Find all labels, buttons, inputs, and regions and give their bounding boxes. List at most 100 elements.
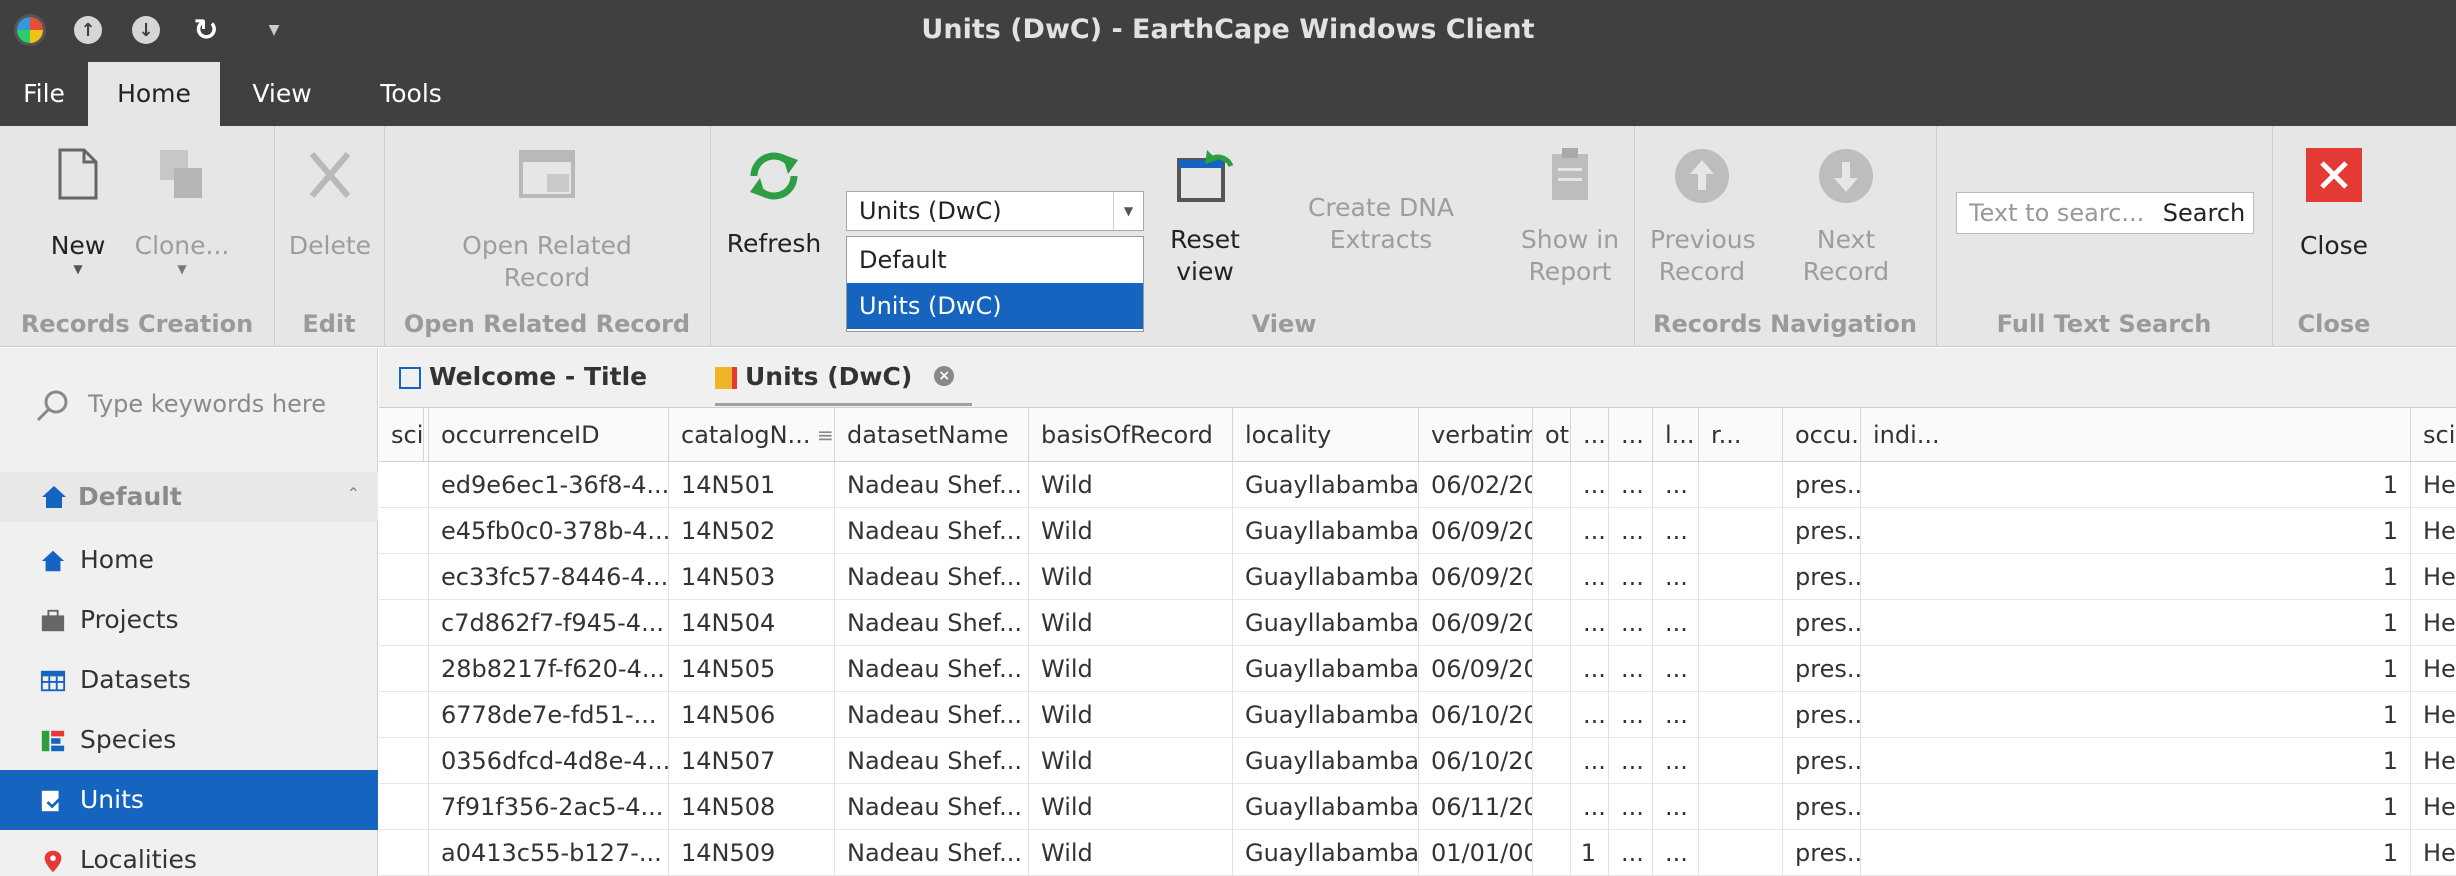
table-row[interactable]: 28b8217f-f620-4... 14N505 Nadeau Shef... Wi…: [379, 646, 2456, 692]
table-cell[interactable]: [1533, 554, 1571, 600]
table-cell[interactable]: pres...: [1783, 554, 1861, 600]
table-cell[interactable]: 06/09/2014: [1419, 554, 1533, 600]
table-cell[interactable]: ...: [1609, 462, 1653, 508]
table-row[interactable]: 0356dfcd-4d8e-4... 14N507 Nadeau Shef... Wi…: [379, 738, 2456, 784]
table-cell[interactable]: Wild: [1029, 462, 1233, 508]
table-cell[interactable]: 6778de7e-fd51-...: [429, 692, 669, 738]
table-cell[interactable]: 06/10/2014: [1419, 738, 1533, 784]
column-header[interactable]: datasetName: [835, 408, 1029, 462]
table-cell[interactable]: 7f91f356-2ac5-4...: [429, 784, 669, 830]
table-cell[interactable]: 1: [1861, 830, 2411, 876]
table-cell[interactable]: ...: [1609, 646, 1653, 692]
table-cell[interactable]: [1699, 738, 1783, 784]
table-cell[interactable]: Wild: [1029, 830, 1233, 876]
next-record-button[interactable]: Next Record: [1774, 146, 1918, 296]
sidebar-item-datasets[interactable]: Datasets: [0, 650, 378, 710]
chevron-down-icon[interactable]: ▼: [1113, 192, 1143, 230]
table-cell[interactable]: pres...: [1783, 646, 1861, 692]
row-indicator[interactable]: [379, 830, 429, 876]
table-cell[interactable]: pres...: [1783, 738, 1861, 784]
refresh-button[interactable]: Refresh: [722, 146, 826, 296]
table-cell[interactable]: Guayllabamba: [1233, 462, 1419, 508]
table-cell[interactable]: [1699, 508, 1783, 554]
table-cell[interactable]: ...: [1653, 646, 1699, 692]
tab-home[interactable]: Home: [88, 62, 220, 126]
table-cell[interactable]: c7d862f7-f945-4...: [429, 600, 669, 646]
table-cell[interactable]: Nadeau Shef...: [835, 784, 1029, 830]
table-cell[interactable]: ec33fc57-8446-4...: [429, 554, 669, 600]
sidebar-item-home[interactable]: Home: [0, 530, 378, 590]
table-cell[interactable]: ...: [1571, 462, 1609, 508]
table-cell[interactable]: Heliconius melpo...: [2411, 738, 2456, 784]
table-cell[interactable]: Wild: [1029, 508, 1233, 554]
table-cell[interactable]: [1533, 646, 1571, 692]
table-cell[interactable]: ...: [1571, 738, 1609, 784]
table-cell[interactable]: 14N505: [669, 646, 835, 692]
table-cell[interactable]: 06/10/2014: [1419, 692, 1533, 738]
table-cell[interactable]: ...: [1609, 830, 1653, 876]
row-indicator[interactable]: [379, 600, 429, 646]
column-header[interactable]: occu...: [1783, 408, 1861, 462]
table-cell[interactable]: pres...: [1783, 600, 1861, 646]
clone-button[interactable]: Clone... ▼: [130, 146, 234, 296]
chevron-up-icon[interactable]: ⌃: [347, 484, 360, 503]
column-header[interactable]: ...: [1609, 408, 1653, 462]
table-cell[interactable]: pres...: [1783, 784, 1861, 830]
table-cell[interactable]: [1533, 508, 1571, 554]
show-in-report-button[interactable]: Show in Report: [1512, 146, 1628, 296]
table-cell[interactable]: Wild: [1029, 692, 1233, 738]
table-cell[interactable]: 06/09/2014: [1419, 646, 1533, 692]
table-cell[interactable]: Nadeau Shef...: [835, 738, 1029, 784]
table-row[interactable]: a0413c55-b127-... 14N509 Nadeau Shef... Wil…: [379, 830, 2456, 876]
table-cell[interactable]: 06/09/2014: [1419, 508, 1533, 554]
table-cell[interactable]: a0413c55-b127-...: [429, 830, 669, 876]
table-cell[interactable]: [1699, 692, 1783, 738]
table-cell[interactable]: [1699, 600, 1783, 646]
table-cell[interactable]: ...: [1653, 554, 1699, 600]
sidebar-item-projects[interactable]: Projects: [0, 590, 378, 650]
table-cell[interactable]: 1: [1861, 462, 2411, 508]
table-cell[interactable]: Heliconius melpo...: [2411, 462, 2456, 508]
row-indicator[interactable]: [379, 462, 429, 508]
table-row[interactable]: 7f91f356-2ac5-4... 14N508 Nadeau Shef... Wi…: [379, 784, 2456, 830]
table-cell[interactable]: Nadeau Shef...: [835, 692, 1029, 738]
table-cell[interactable]: 1: [1571, 830, 1609, 876]
table-cell[interactable]: ed9e6ec1-36f8-4...: [429, 462, 669, 508]
sidebar-item-units[interactable]: Units: [0, 770, 378, 830]
close-tab-icon[interactable]: ×: [934, 366, 955, 386]
column-header[interactable]: occurrenceID: [429, 408, 669, 462]
column-header[interactable]: r...: [1699, 408, 1783, 462]
table-cell[interactable]: ...: [1571, 508, 1609, 554]
table-cell[interactable]: Wild: [1029, 554, 1233, 600]
table-cell[interactable]: ...: [1653, 830, 1699, 876]
table-row[interactable]: c7d862f7-f945-4... 14N504 Nadeau Shef... Wi…: [379, 600, 2456, 646]
column-header[interactable]: basisOfRecord: [1029, 408, 1233, 462]
tab-units-dwc[interactable]: Units (DwC) ×: [715, 348, 973, 406]
table-cell[interactable]: Nadeau Shef...: [835, 508, 1029, 554]
table-cell[interactable]: 1: [1861, 554, 2411, 600]
table-cell[interactable]: ...: [1609, 508, 1653, 554]
table-cell[interactable]: 1: [1861, 692, 2411, 738]
table-cell[interactable]: [1699, 784, 1783, 830]
table-cell[interactable]: ...: [1653, 784, 1699, 830]
table-cell[interactable]: 14N501: [669, 462, 835, 508]
table-cell[interactable]: e45fb0c0-378b-4...: [429, 508, 669, 554]
search-input[interactable]: [1957, 193, 2157, 233]
row-indicator[interactable]: [379, 646, 429, 692]
column-header[interactable]: sci: [379, 408, 425, 462]
table-cell[interactable]: Guayllabamba: [1233, 600, 1419, 646]
table-cell[interactable]: 0356dfcd-4d8e-4...: [429, 738, 669, 784]
table-cell[interactable]: Heliconius erato ...: [2411, 646, 2456, 692]
table-cell[interactable]: 01/01/0001: [1419, 830, 1533, 876]
sidebar-item-localities[interactable]: Localities: [0, 830, 378, 876]
open-related-record-button[interactable]: Open Related Record: [440, 146, 654, 296]
table-cell[interactable]: pres...: [1783, 830, 1861, 876]
table-cell[interactable]: ...: [1653, 600, 1699, 646]
table-cell[interactable]: ...: [1571, 784, 1609, 830]
table-cell[interactable]: Heliconius erato ...: [2411, 830, 2456, 876]
table-cell[interactable]: 14N503: [669, 554, 835, 600]
table-cell[interactable]: Guayllabamba: [1233, 784, 1419, 830]
layout-option-default[interactable]: Default: [847, 237, 1143, 283]
table-cell[interactable]: Nadeau Shef...: [835, 554, 1029, 600]
table-cell[interactable]: [1533, 462, 1571, 508]
